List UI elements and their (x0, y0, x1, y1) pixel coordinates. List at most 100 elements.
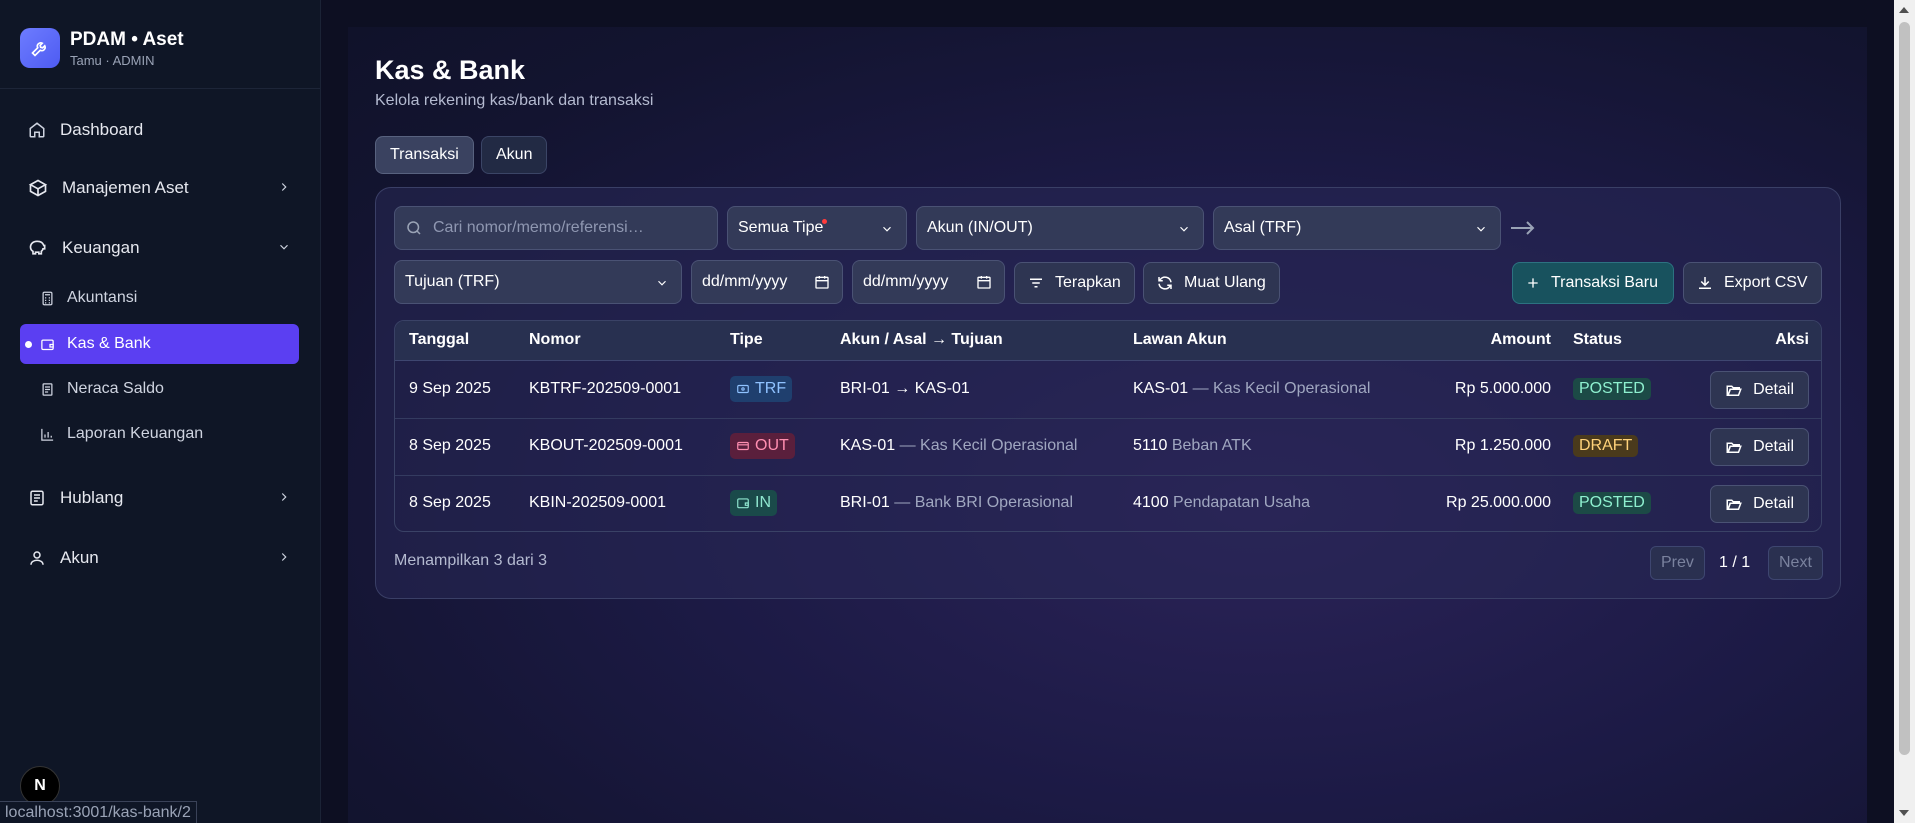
download-icon (1696, 274, 1714, 292)
column-header-akun[interactable]: Akun / Asal → Tujuan (840, 331, 1003, 349)
sidebar-subitem-laporan-keuangan[interactable]: Laporan Keuangan (20, 414, 299, 454)
scroll-down-arrow-icon[interactable] (1899, 810, 1909, 816)
table-row[interactable]: 8 Sep 2025 KBOUT-202509-0001 OUT KAS-01 … (395, 419, 1821, 476)
account-name: — Kas Kecil Operasional (899, 437, 1078, 454)
arrow-right-icon (1509, 217, 1537, 239)
calculator-icon (40, 291, 55, 306)
detail-label: Detail (1753, 381, 1794, 398)
calendar-icon (814, 274, 830, 290)
sidebar-subitem-label: Neraca Saldo (67, 380, 164, 397)
sidebar-item-keuangan[interactable]: Keuangan (20, 228, 299, 268)
counter-name: Pendapatan Usaha (1173, 494, 1311, 511)
reload-button[interactable]: Muat Ulang (1143, 262, 1280, 304)
date-from-input[interactable]: dd/mm/yyyy (691, 260, 843, 304)
page-subtitle: Kelola rekening kas/bank dan transaksi (375, 92, 654, 109)
refresh-icon (1156, 274, 1174, 292)
filter-indicator-dot (822, 219, 827, 224)
scroll-up-arrow-icon[interactable] (1899, 7, 1909, 13)
column-header-tanggal[interactable]: Tanggal (409, 331, 469, 349)
sidebar-item-label: Keuangan (62, 238, 140, 257)
filter-icon (1027, 274, 1045, 292)
type-select[interactable]: Semua Tipe (727, 206, 907, 250)
next-page-button[interactable]: Next (1768, 546, 1823, 580)
cell-account: KAS-01 — Kas Kecil Operasional (840, 437, 1077, 455)
column-header-amount[interactable]: Amount (1491, 331, 1551, 349)
destination-select[interactable]: Tujuan (TRF) (394, 260, 682, 304)
tab-akun[interactable]: Akun (481, 136, 548, 174)
table-header: Tanggal Nomor Tipe Akun / Asal → Tujuan … (395, 321, 1821, 361)
sidebar-item-manajemen-aset[interactable]: Manajemen Aset (20, 168, 299, 208)
search-input[interactable]: Cari nomor/memo/referensi… (394, 206, 718, 250)
column-header-tipe[interactable]: Tipe (730, 331, 763, 349)
sidebar-item-akun[interactable]: Akun (20, 538, 299, 578)
card-icon (736, 439, 750, 453)
scrollbar[interactable] (1894, 0, 1915, 823)
chevron-down-icon (277, 240, 291, 254)
cell-number: KBTRF-202509-0001 (529, 380, 682, 397)
transactions-table: Tanggal Nomor Tipe Akun / Asal → Tujuan … (394, 320, 1822, 532)
reload-label: Muat Ulang (1184, 274, 1266, 291)
sidebar-item-label: Akun (60, 548, 99, 567)
column-header-nomor[interactable]: Nomor (529, 331, 581, 349)
chevron-right-icon (277, 180, 291, 194)
prev-page-button[interactable]: Prev (1650, 546, 1705, 580)
detail-button[interactable]: Detail (1710, 428, 1809, 466)
search-icon (405, 219, 423, 237)
sidebar-item-label: Manajemen Aset (62, 178, 189, 197)
chevron-down-icon (880, 222, 894, 236)
sidebar-item-label: Dashboard (60, 120, 144, 139)
piggy-bank-icon (28, 238, 48, 258)
sidebar: PDAM • Aset Tamu · ADMIN Dashboard Manaj… (0, 0, 321, 823)
document-icon (28, 489, 46, 507)
sidebar-subitem-akuntansi[interactable]: Akuntansi (20, 278, 299, 318)
sidebar-subitem-label: Kas & Bank (67, 335, 151, 352)
account-code: BRI-01 (840, 494, 890, 511)
cell-amount: Rp 1.250.000 (1454, 437, 1551, 454)
tab-transaksi[interactable]: Transaksi (375, 136, 474, 174)
search-placeholder: Cari nomor/memo/referensi… (433, 219, 644, 236)
column-header-aksi: Aksi (1775, 331, 1809, 348)
scrollbar-thumb[interactable] (1899, 22, 1910, 755)
date-to-value: dd/mm/yyyy (863, 273, 949, 290)
export-csv-label: Export CSV (1724, 274, 1808, 291)
sidebar-subitem-kas-bank[interactable]: Kas & Bank (20, 324, 299, 364)
bar-chart-icon (40, 427, 55, 442)
sidebar-item-label: Hublang (60, 488, 124, 507)
date-to-input[interactable]: dd/mm/yyyy (852, 260, 1005, 304)
cell-account: BRI-01 → KAS-01 (840, 380, 970, 398)
sidebar-subitem-neraca-saldo[interactable]: Neraca Saldo (20, 369, 299, 409)
account-select[interactable]: Akun (IN/OUT) (916, 206, 1204, 250)
sidebar-subitem-label: Akuntansi (67, 289, 138, 306)
table-row[interactable]: 8 Sep 2025 KBIN-202509-0001 IN BRI-01 — … (395, 476, 1821, 531)
sidebar-item-hublang[interactable]: Hublang (20, 478, 299, 518)
detail-button[interactable]: Detail (1710, 371, 1809, 409)
home-icon (28, 121, 46, 139)
type-select-value: Semua Tipe (738, 219, 824, 236)
user-icon (28, 549, 46, 567)
detail-button[interactable]: Detail (1710, 485, 1809, 523)
cell-counter-account: 4100 Pendapatan Usaha (1133, 494, 1310, 512)
cell-counter-account: KAS-01 — Kas Kecil Operasional (1133, 380, 1370, 398)
column-header-lawan-akun[interactable]: Lawan Akun (1133, 331, 1227, 349)
type-badge-label: OUT (755, 437, 789, 454)
table-row[interactable]: 9 Sep 2025 KBTRF-202509-0001 TRF BRI-01 … (395, 362, 1821, 419)
counter-code: KAS-01 (1133, 380, 1189, 397)
status-bar-url: localhost:3001/kas-bank/2 (0, 801, 197, 823)
apply-filter-label: Terapkan (1055, 274, 1121, 291)
date-from-value: dd/mm/yyyy (702, 273, 788, 290)
active-dot (25, 341, 32, 348)
apply-filter-button[interactable]: Terapkan (1014, 262, 1135, 304)
column-header-status[interactable]: Status (1573, 331, 1622, 349)
account-select-value: Akun (IN/OUT) (927, 219, 1033, 236)
export-csv-button[interactable]: Export CSV (1683, 262, 1822, 304)
cell-date: 8 Sep 2025 (409, 494, 491, 511)
sidebar-item-dashboard[interactable]: Dashboard (20, 110, 299, 150)
account-code: KAS-01 (840, 437, 896, 454)
origin-select[interactable]: Asal (TRF) (1213, 206, 1501, 250)
next-devtools-button[interactable]: N (20, 766, 60, 806)
type-badge-trf: TRF (730, 376, 793, 402)
user-role: Tamu · ADMIN (70, 52, 155, 68)
type-badge-out: OUT (730, 433, 795, 459)
new-transaction-button[interactable]: Transaksi Baru (1512, 262, 1674, 304)
new-transaction-label: Transaksi Baru (1551, 274, 1658, 291)
